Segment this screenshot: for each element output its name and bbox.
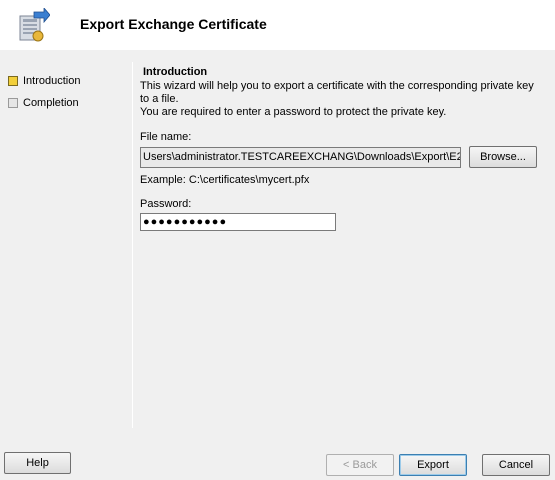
wizard-steps: Introduction Completion [8,70,80,114]
export-button[interactable]: Export [399,454,467,476]
file-example-hint: Example: C:\certificates\mycert.pfx [140,174,310,186]
wizard-body: Introduction Completion Introduction Thi… [0,50,555,430]
intro-description-line1: This wizard will help you to export a ce… [140,80,534,105]
step-introduction[interactable]: Introduction [8,70,80,92]
vertical-divider [132,62,133,428]
password-input[interactable]: ●●●●●●●●●●● [140,213,336,231]
cancel-button[interactable]: Cancel [482,454,550,476]
help-button[interactable]: Help [4,452,71,474]
password-label: Password: [140,198,192,210]
step-label: Completion [23,97,79,109]
certificate-export-icon [14,6,51,44]
file-name-label: File name: [140,131,192,143]
file-name-input[interactable]: Users\administrator.TESTCAREEXCHANG\Down… [140,146,461,168]
back-button[interactable]: < Back [326,454,394,476]
file-row: Users\administrator.TESTCAREEXCHANG\Down… [140,146,545,168]
header-bar: Export Exchange Certificate [0,0,555,50]
intro-description-line2: You are required to enter a password to … [140,106,447,118]
step-completion[interactable]: Completion [8,92,80,114]
footer-bar: Help < Back Export Cancel [0,430,555,480]
step-active-indicator-icon [8,76,18,86]
section-heading: Introduction [143,66,208,78]
dialog-title: Export Exchange Certificate [80,16,267,32]
browse-button[interactable]: Browse... [469,146,537,168]
intro-panel: Introduction This wizard will help you t… [140,66,545,231]
step-inactive-indicator-icon [8,98,18,108]
step-label: Introduction [23,75,81,87]
